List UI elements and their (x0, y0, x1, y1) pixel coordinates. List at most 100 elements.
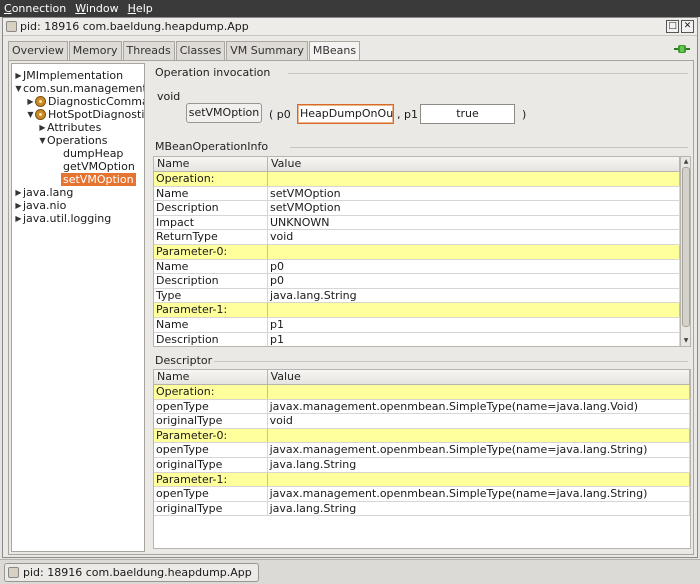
column-header-value[interactable]: Value (267, 370, 690, 384)
cell-name: Description (154, 201, 268, 215)
table-group-row[interactable]: Parameter-0: (154, 244, 690, 260)
cell-name: Description (154, 274, 268, 288)
vertical-scrollbar[interactable]: ▲ ▼ (680, 157, 690, 346)
table-group-row[interactable]: Operation: (154, 385, 690, 400)
table-row[interactable]: Name setVMOption (154, 186, 690, 202)
close-button[interactable]: ✕ (681, 20, 694, 33)
table-group-row[interactable]: Operation: (154, 172, 690, 187)
menu-connection-mnemonic: C (4, 2, 12, 15)
tree-node-jmimplementation[interactable]: ▶ JMImplementation (14, 69, 123, 82)
window-titlebar[interactable]: pid: 18916 com.baeldung.heapdump.App □ ✕ (3, 18, 697, 36)
tab-mbeans[interactable]: MBeans (308, 41, 361, 61)
table-group-row[interactable]: Parameter-1: (154, 472, 690, 488)
tree-node-hotspotdiagnostic[interactable]: ▼ HotSpotDiagnostic (26, 108, 145, 121)
tree-node-operations[interactable]: ▼ Operations (38, 134, 107, 147)
cell-value (268, 172, 680, 186)
restore-button[interactable]: □ (666, 20, 679, 33)
tree-node-attributes[interactable]: ▶ Attributes (38, 121, 101, 134)
cell-value: javax.management.openmbean.SimpleType(na… (268, 487, 690, 501)
tree-node-java-util-logging[interactable]: ▶ java.util.logging (14, 212, 111, 225)
table-row[interactable]: Name p1 (154, 317, 690, 333)
cell-name: Name (154, 186, 268, 201)
expand-arrow-icon[interactable]: ▶ (26, 95, 35, 108)
cell-value: p0 (268, 259, 680, 274)
tree-node-label: dumpHeap (63, 147, 124, 160)
cell-name: Operation: (154, 172, 268, 186)
cell-name: Description (154, 332, 268, 346)
table-row[interactable]: openType javax.management.openmbean.Simpl… (154, 487, 690, 502)
table-row[interactable]: originalType java.lang.String (154, 501, 690, 517)
table-row[interactable]: Name p0 (154, 259, 690, 275)
tab-memory[interactable]: Memory (68, 41, 122, 60)
table-group-row[interactable]: Parameter-0: (154, 428, 690, 444)
expand-arrow-icon[interactable]: ▶ (38, 121, 47, 134)
descriptor-table[interactable]: Name Value Operation: openType javax.manag… (153, 369, 691, 549)
cell-name: Parameter-0: (154, 244, 268, 259)
cell-value: UNKNOWN (268, 215, 680, 230)
table-row[interactable]: Impact UNKNOWN (154, 215, 690, 231)
tree-node-java-lang[interactable]: ▶ java.lang (14, 186, 73, 199)
collapse-arrow-icon[interactable]: ▼ (26, 108, 35, 121)
operation-invocation-title: Operation invocation (155, 66, 271, 79)
scrollbar-thumb[interactable] (682, 167, 690, 327)
tab-threads[interactable]: Threads (122, 41, 175, 60)
operation-info-table[interactable]: Name Value Operation: Name setVMOption Desc… (153, 156, 691, 347)
tab-vm-summary[interactable]: VM Summary (226, 41, 308, 60)
mbean-tree[interactable]: ▶ JMImplementation ▼ com.sun.management ▶ D… (11, 63, 145, 552)
cell-value: javax.management.openmbean.SimpleType(na… (268, 443, 690, 457)
operation-info-title: MBeanOperationInfo (155, 140, 269, 153)
column-header-name[interactable]: Name (154, 370, 268, 384)
table-row[interactable]: Description p0 (154, 274, 690, 289)
menu-window[interactable]: Window (75, 2, 118, 15)
tree-node-dumpheap[interactable]: dumpHeap (63, 147, 123, 160)
cell-value: java.lang.String (268, 501, 690, 516)
expand-arrow-icon[interactable]: ▶ (14, 212, 23, 225)
tree-node-diagnosticcommand[interactable]: ▶ DiagnosticCommand (26, 95, 144, 108)
java-cup-icon (8, 567, 19, 578)
collapse-arrow-icon[interactable]: ▼ (14, 82, 23, 95)
plug-connected-icon[interactable] (673, 43, 691, 55)
p0-input[interactable]: HeapDumpOnOutOfMemoryError (297, 104, 394, 124)
table-row[interactable]: Description setVMOption (154, 201, 690, 216)
tab-overview[interactable]: Overview (8, 41, 68, 60)
table-row[interactable]: originalType void (154, 414, 690, 429)
tree-node-label: Attributes (47, 121, 102, 134)
column-header-value[interactable]: Value (268, 157, 680, 171)
menu-help[interactable]: Help (128, 2, 153, 15)
tree-node-label: JMImplementation (23, 69, 124, 82)
tree-node-java-nio[interactable]: ▶ java.nio (14, 199, 66, 212)
scroll-up-icon[interactable]: ▲ (681, 157, 690, 167)
cell-name: openType (154, 443, 268, 457)
taskbar-window-item[interactable]: pid: 18916 com.baeldung.heapdump.App (4, 563, 259, 582)
menu-connection[interactable]: Connection (4, 2, 66, 15)
tab-classes[interactable]: Classes (175, 41, 226, 60)
menu-help-mnemonic: H (127, 2, 136, 15)
expand-arrow-icon[interactable]: ▶ (14, 186, 23, 199)
cell-name: Parameter-0: (154, 428, 268, 443)
tree-node-label: HotSpotDiagnostic (48, 108, 145, 121)
table-row[interactable]: Description p1 (154, 332, 690, 346)
tree-node-getvmoption[interactable]: getVMOption (63, 160, 135, 173)
scroll-down-icon[interactable]: ▼ (681, 336, 690, 346)
expand-arrow-icon[interactable]: ▶ (14, 199, 23, 212)
menu-window-label: indow (85, 2, 119, 15)
column-header-name[interactable]: Name (154, 157, 268, 171)
table-group-row[interactable]: Parameter-1: (154, 303, 690, 318)
cell-name: ReturnType (154, 230, 268, 244)
expand-arrow-icon[interactable]: ▶ (14, 69, 23, 82)
table-row[interactable]: originalType java.lang.String (154, 457, 690, 473)
tree-node-label: com.sun.management (23, 82, 145, 95)
collapse-arrow-icon[interactable]: ▼ (38, 134, 47, 147)
invoke-setvmoption-button[interactable]: setVMOption (186, 103, 262, 123)
table-row[interactable]: Type java.lang.String (154, 288, 690, 304)
group-divider (288, 73, 688, 74)
table-row[interactable]: openType javax.management.openmbean.Simpl… (154, 399, 690, 415)
tree-node-label: java.util.logging (23, 212, 112, 225)
tree-node-setvmoption[interactable]: setVMOption (61, 173, 136, 186)
cell-value (268, 428, 690, 443)
table-row[interactable]: openType javax.management.openmbean.Simpl… (154, 443, 690, 458)
p1-input[interactable]: true (420, 104, 515, 124)
menu-help-label: elp (135, 2, 153, 15)
table-row[interactable]: ReturnType void (154, 230, 690, 245)
tree-node-com-sun-management[interactable]: ▼ com.sun.management (14, 82, 145, 95)
